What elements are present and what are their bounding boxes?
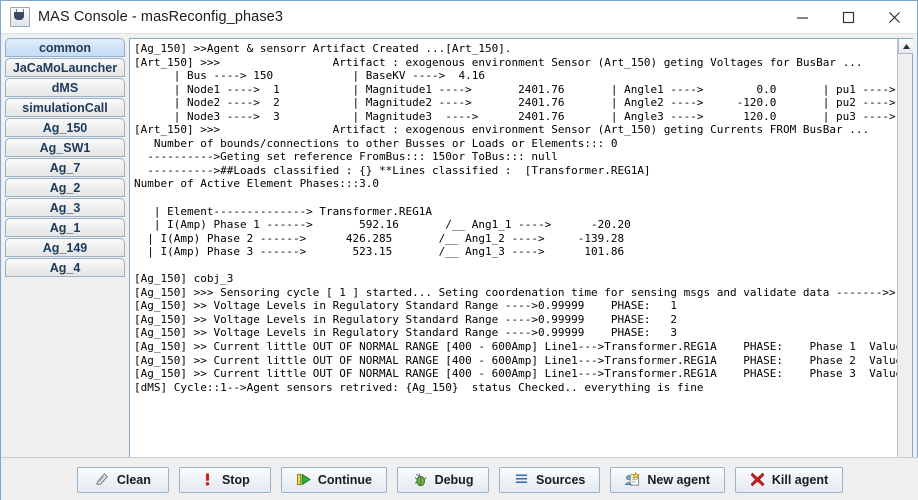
console-log: [Ag_150] >>Agent & sensorr Artifact Crea… <box>134 42 897 394</box>
sidebar-item-ag-3[interactable]: Ag_3 <box>5 198 125 217</box>
button-label: Continue <box>317 472 373 487</box>
close-icon[interactable] <box>871 1 917 33</box>
tab-label: Ag_150 <box>42 120 88 135</box>
continue-button[interactable]: Continue <box>280 466 388 493</box>
button-label: Debug <box>434 472 474 487</box>
tab-label: Ag_7 <box>49 160 81 175</box>
sidebar-item-ag-4[interactable]: Ag_4 <box>5 258 125 277</box>
tab-label: Ag_SW1 <box>39 140 91 155</box>
sidebar-item-simulationcall[interactable]: simulationCall <box>5 98 125 117</box>
button-label: New agent <box>647 472 710 487</box>
console-text-area[interactable]: [Ag_150] >>Agent & sensorr Artifact Crea… <box>130 39 897 470</box>
console-output-panel: [Ag_150] >>Agent & sensorr Artifact Crea… <box>129 38 913 486</box>
tab-label: simulationCall <box>22 100 108 115</box>
eraser-icon <box>96 473 108 485</box>
tab-label: common <box>38 40 92 55</box>
java-coffee-cup-icon <box>10 7 30 27</box>
title-bar: MAS Console - masReconfig_phase3 <box>1 1 917 34</box>
sidebar-item-ag-7[interactable]: Ag_7 <box>5 158 125 177</box>
button-label: Kill agent <box>771 472 829 487</box>
button-label: Stop <box>221 472 250 487</box>
sources-button[interactable]: Sources <box>499 466 601 493</box>
console-body: common JaCaMoLauncher dMS simulationCall… <box>1 34 918 500</box>
sidebar-item-ag-150[interactable]: Ag_150 <box>5 118 125 137</box>
kill-agent-button[interactable]: Kill agent <box>734 466 844 493</box>
sidebar-item-common[interactable]: common <box>5 38 125 57</box>
maximize-icon[interactable] <box>825 1 871 33</box>
minimize-icon[interactable] <box>779 1 825 33</box>
bug-icon <box>414 473 427 487</box>
stop-button[interactable]: Stop <box>178 466 271 493</box>
sidebar-item-ag-1[interactable]: Ag_1 <box>5 218 125 237</box>
clean-button[interactable]: Clean <box>76 466 169 493</box>
lines-icon <box>515 474 528 484</box>
mas-console-window: MAS Console - masReconfig_phase3 common … <box>0 0 918 500</box>
red-x-icon <box>750 472 765 487</box>
play-icon <box>296 473 311 486</box>
tab-label: Ag_3 <box>49 200 81 215</box>
sidebar-item-jacamolauncher[interactable]: JaCaMoLauncher <box>5 58 125 77</box>
exclamation-icon <box>205 473 210 486</box>
tab-label: Ag_2 <box>49 180 81 195</box>
button-label: Clean <box>116 472 151 487</box>
vertical-scroll-track[interactable] <box>898 54 912 470</box>
scroll-up-icon[interactable] <box>898 39 913 54</box>
window-controls <box>779 1 917 33</box>
debug-button[interactable]: Debug <box>397 466 490 493</box>
button-label: Sources <box>536 472 586 487</box>
agent-tab-list: common JaCaMoLauncher dMS simulationCall… <box>5 38 125 278</box>
tab-label: Ag_1 <box>49 220 81 235</box>
bottom-toolbar: Clean Stop Continue Debug Sources New ag… <box>1 457 918 500</box>
sidebar-item-ag-2[interactable]: Ag_2 <box>5 178 125 197</box>
window-title: MAS Console - masReconfig_phase3 <box>38 9 283 25</box>
sidebar-item-ag-149[interactable]: Ag_149 <box>5 238 125 257</box>
sidebar-item-ag-sw1[interactable]: Ag_SW1 <box>5 138 125 157</box>
tab-label: Ag_4 <box>49 260 81 275</box>
tab-label: JaCaMoLauncher <box>12 60 118 75</box>
new-agent-icon <box>625 472 640 486</box>
sidebar-item-dms[interactable]: dMS <box>5 78 125 97</box>
vertical-scrollbar[interactable] <box>897 39 913 470</box>
new-agent-button[interactable]: New agent <box>610 466 725 493</box>
tab-label: Ag_149 <box>42 240 88 255</box>
tab-label: dMS <box>51 80 79 95</box>
